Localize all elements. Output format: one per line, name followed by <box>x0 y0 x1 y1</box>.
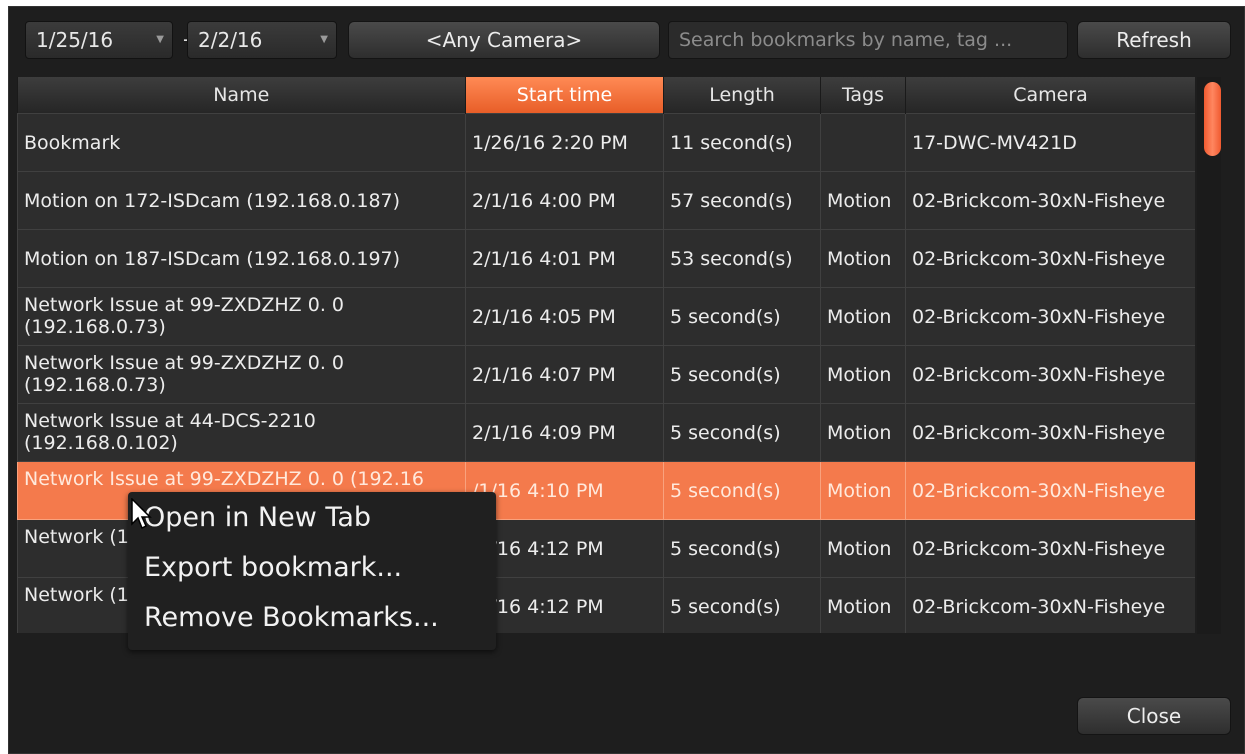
chevron-down-icon: ▼ <box>320 34 328 45</box>
cell-tags: Motion <box>820 461 906 520</box>
cell-start-time: 2/1/16 4:07 PM <box>465 345 664 404</box>
table-row[interactable]: Bookmark 1/26/16 2:20 PM 11 second(s) 17… <box>17 113 1195 172</box>
table-row[interactable]: Network Issue at 44-DCS-2210 (192.168.0.… <box>17 403 1195 462</box>
cell-tags <box>820 113 906 172</box>
cell-name: Motion on 187-ISDcam (192.168.0.197) <box>17 229 466 288</box>
column-header-length[interactable]: Length <box>663 77 821 114</box>
column-header-name[interactable]: Name <box>17 77 466 114</box>
cell-length: 5 second(s) <box>663 403 821 462</box>
cell-start-time: 2/1/16 4:00 PM <box>465 171 664 230</box>
column-header-start-time[interactable]: Start time <box>465 77 664 114</box>
scrollbar-thumb[interactable] <box>1204 82 1221 156</box>
cell-length: 5 second(s) <box>663 345 821 404</box>
cell-camera: 17-DWC-MV421D <box>905 113 1195 172</box>
cell-length: 5 second(s) <box>663 577 821 633</box>
search-input[interactable] <box>668 21 1068 59</box>
cell-start-time: 2/1/16 4:09 PM <box>465 403 664 462</box>
table-row[interactable]: Network Issue at 99-ZXDZHZ 0. 0 (192.168… <box>17 345 1195 404</box>
cell-start-time: 1/26/16 2:20 PM <box>465 113 664 172</box>
camera-filter-button[interactable]: <Any Camera> <box>348 21 660 59</box>
cell-camera: 02-Brickcom-30xN-Fisheye <box>905 287 1195 346</box>
cell-start-time: 2/1/16 4:01 PM <box>465 229 664 288</box>
cell-length: 5 second(s) <box>663 519 821 578</box>
cell-start-time: 2/1/16 4:05 PM <box>465 287 664 346</box>
cell-length: 11 second(s) <box>663 113 821 172</box>
cell-tags: Motion <box>820 519 906 578</box>
menu-item-remove-bookmarks[interactable]: Remove Bookmarks... <box>144 598 439 638</box>
cell-name: Motion on 172-ISDcam (192.168.0.187) <box>17 171 466 230</box>
cell-tags: Motion <box>820 229 906 288</box>
cell-camera: 02-Brickcom-30xN-Fisheye <box>905 577 1195 633</box>
cell-camera: 02-Brickcom-30xN-Fisheye <box>905 171 1195 230</box>
column-header-camera[interactable]: Camera <box>905 77 1195 114</box>
cell-camera: 02-Brickcom-30xN-Fisheye <box>905 461 1195 520</box>
table-header: Name Start time Length Tags Camera <box>17 77 1195 114</box>
cell-length: 57 second(s) <box>663 171 821 230</box>
cell-tags: Motion <box>820 403 906 462</box>
cell-tags: Motion <box>820 171 906 230</box>
cell-length: 53 second(s) <box>663 229 821 288</box>
cell-camera: 02-Brickcom-30xN-Fisheye <box>905 229 1195 288</box>
table-row[interactable]: Motion on 172-ISDcam (192.168.0.187) 2/1… <box>17 171 1195 230</box>
cell-name: Network Issue at 99-ZXDZHZ 0. 0 (192.168… <box>17 345 466 404</box>
cell-length: 5 second(s) <box>663 461 821 520</box>
table-row[interactable]: Network Issue at 99-ZXDZHZ 0. 0 (192.168… <box>17 287 1195 346</box>
cell-camera: 02-Brickcom-30xN-Fisheye <box>905 345 1195 404</box>
cell-name: Network Issue at 99-ZXDZHZ 0. 0 (192.168… <box>17 287 466 346</box>
cell-tags: Motion <box>820 287 906 346</box>
cell-camera: 02-Brickcom-30xN-Fisheye <box>905 403 1195 462</box>
date-to-combo[interactable]: 2/2/16 ▼ <box>187 21 337 59</box>
mouse-cursor-icon <box>131 498 152 530</box>
cell-tags: Motion <box>820 577 906 633</box>
table-row[interactable]: Motion on 187-ISDcam (192.168.0.197) 2/1… <box>17 229 1195 288</box>
date-from-combo[interactable]: 1/25/16 ▼ <box>25 21 173 59</box>
cell-tags: Motion <box>820 345 906 404</box>
menu-item-open-in-new-tab[interactable]: Open in New Tab <box>144 498 371 538</box>
cell-length: 5 second(s) <box>663 287 821 346</box>
cell-name: Bookmark <box>17 113 466 172</box>
column-header-tags[interactable]: Tags <box>820 77 906 114</box>
close-button[interactable]: Close <box>1077 697 1231 735</box>
menu-item-export-bookmark[interactable]: Export bookmark... <box>144 548 402 588</box>
date-from-value: 1/25/16 <box>36 28 114 52</box>
chevron-down-icon: ▼ <box>156 34 164 45</box>
date-to-value: 2/2/16 <box>198 28 263 52</box>
context-menu: Open in New Tab Export bookmark... Remov… <box>128 492 496 650</box>
vertical-scrollbar[interactable] <box>1197 77 1221 634</box>
cell-camera: 02-Brickcom-30xN-Fisheye <box>905 519 1195 578</box>
refresh-button[interactable]: Refresh <box>1077 21 1231 59</box>
cell-name: Network Issue at 44-DCS-2210 (192.168.0.… <box>17 403 466 462</box>
